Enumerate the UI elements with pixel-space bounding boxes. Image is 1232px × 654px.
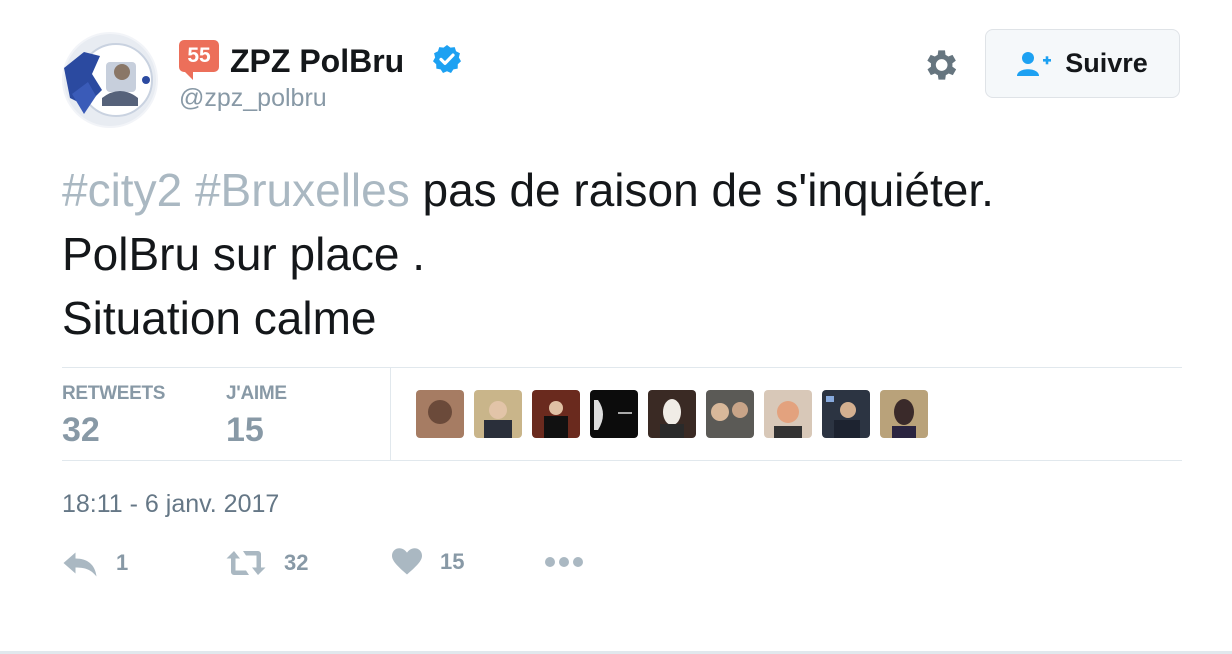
retweet-count: 32 [284,550,309,575]
liker-avatar[interactable] [822,390,870,438]
notification-badge: 55 [179,40,219,80]
reply-icon [63,552,97,577]
author-handle[interactable]: @zpz_polbru [179,84,327,113]
heart-icon [392,548,422,575]
retweets-stat[interactable]: RETWEETS 32 [62,383,165,450]
like-count: 15 [440,549,465,574]
retweet-icon [226,551,266,575]
like-button[interactable]: 15 [392,548,464,576]
follow-button-label: Suivre [1065,48,1148,78]
police-seal-logo [64,34,156,126]
tweet-text-line3: Situation calme [62,292,377,344]
liker-avatar[interactable] [706,390,754,438]
tweet-text: #city2 #Bruxelles pas de raison de s'inq… [62,158,1162,350]
author-avatar[interactable] [62,32,158,128]
verified-badge-icon [433,45,461,73]
liker-avatar[interactable] [880,390,928,438]
likes-stat[interactable]: J'AIME 15 [226,383,287,450]
add-user-icon [1017,51,1052,76]
tweet-text-line1: pas de raison de s'inquiéter. [422,164,994,216]
divider-bottom [62,460,1182,461]
liker-avatar[interactable] [764,390,812,438]
liker-avatar[interactable] [474,390,522,438]
tweet-text-line2: PolBru sur place . [62,228,426,280]
more-button[interactable] [544,552,584,572]
hashtag-city2[interactable]: #city2 [62,164,182,216]
more-dots-icon [545,557,583,567]
follow-button[interactable]: Suivre [985,29,1180,98]
action-bar: 1 32 15 [62,548,862,596]
gear-icon[interactable] [920,45,960,85]
retweet-button[interactable]: 32 [226,548,308,578]
reply-count: 1 [116,550,129,575]
likers-avatars [416,390,928,438]
retweets-count: 32 [62,411,100,449]
author-name[interactable]: ZPZ PolBru [230,40,404,82]
retweets-label: RETWEETS [62,383,166,404]
likes-label: J'AIME [226,383,287,404]
liker-avatar[interactable] [648,390,696,438]
tweet-timestamp[interactable]: 18:11 - 6 janv. 2017 [62,490,279,519]
likes-count: 15 [226,411,264,449]
reply-button[interactable]: 1 [62,548,128,578]
liker-avatar[interactable] [416,390,464,438]
hashtag-bruxelles[interactable]: #Bruxelles [195,164,410,216]
tweet-stats: RETWEETS 32 J'AIME 15 [62,368,1182,460]
liker-avatar[interactable] [532,390,580,438]
stats-separator [390,368,391,460]
liker-avatar[interactable] [590,390,638,438]
